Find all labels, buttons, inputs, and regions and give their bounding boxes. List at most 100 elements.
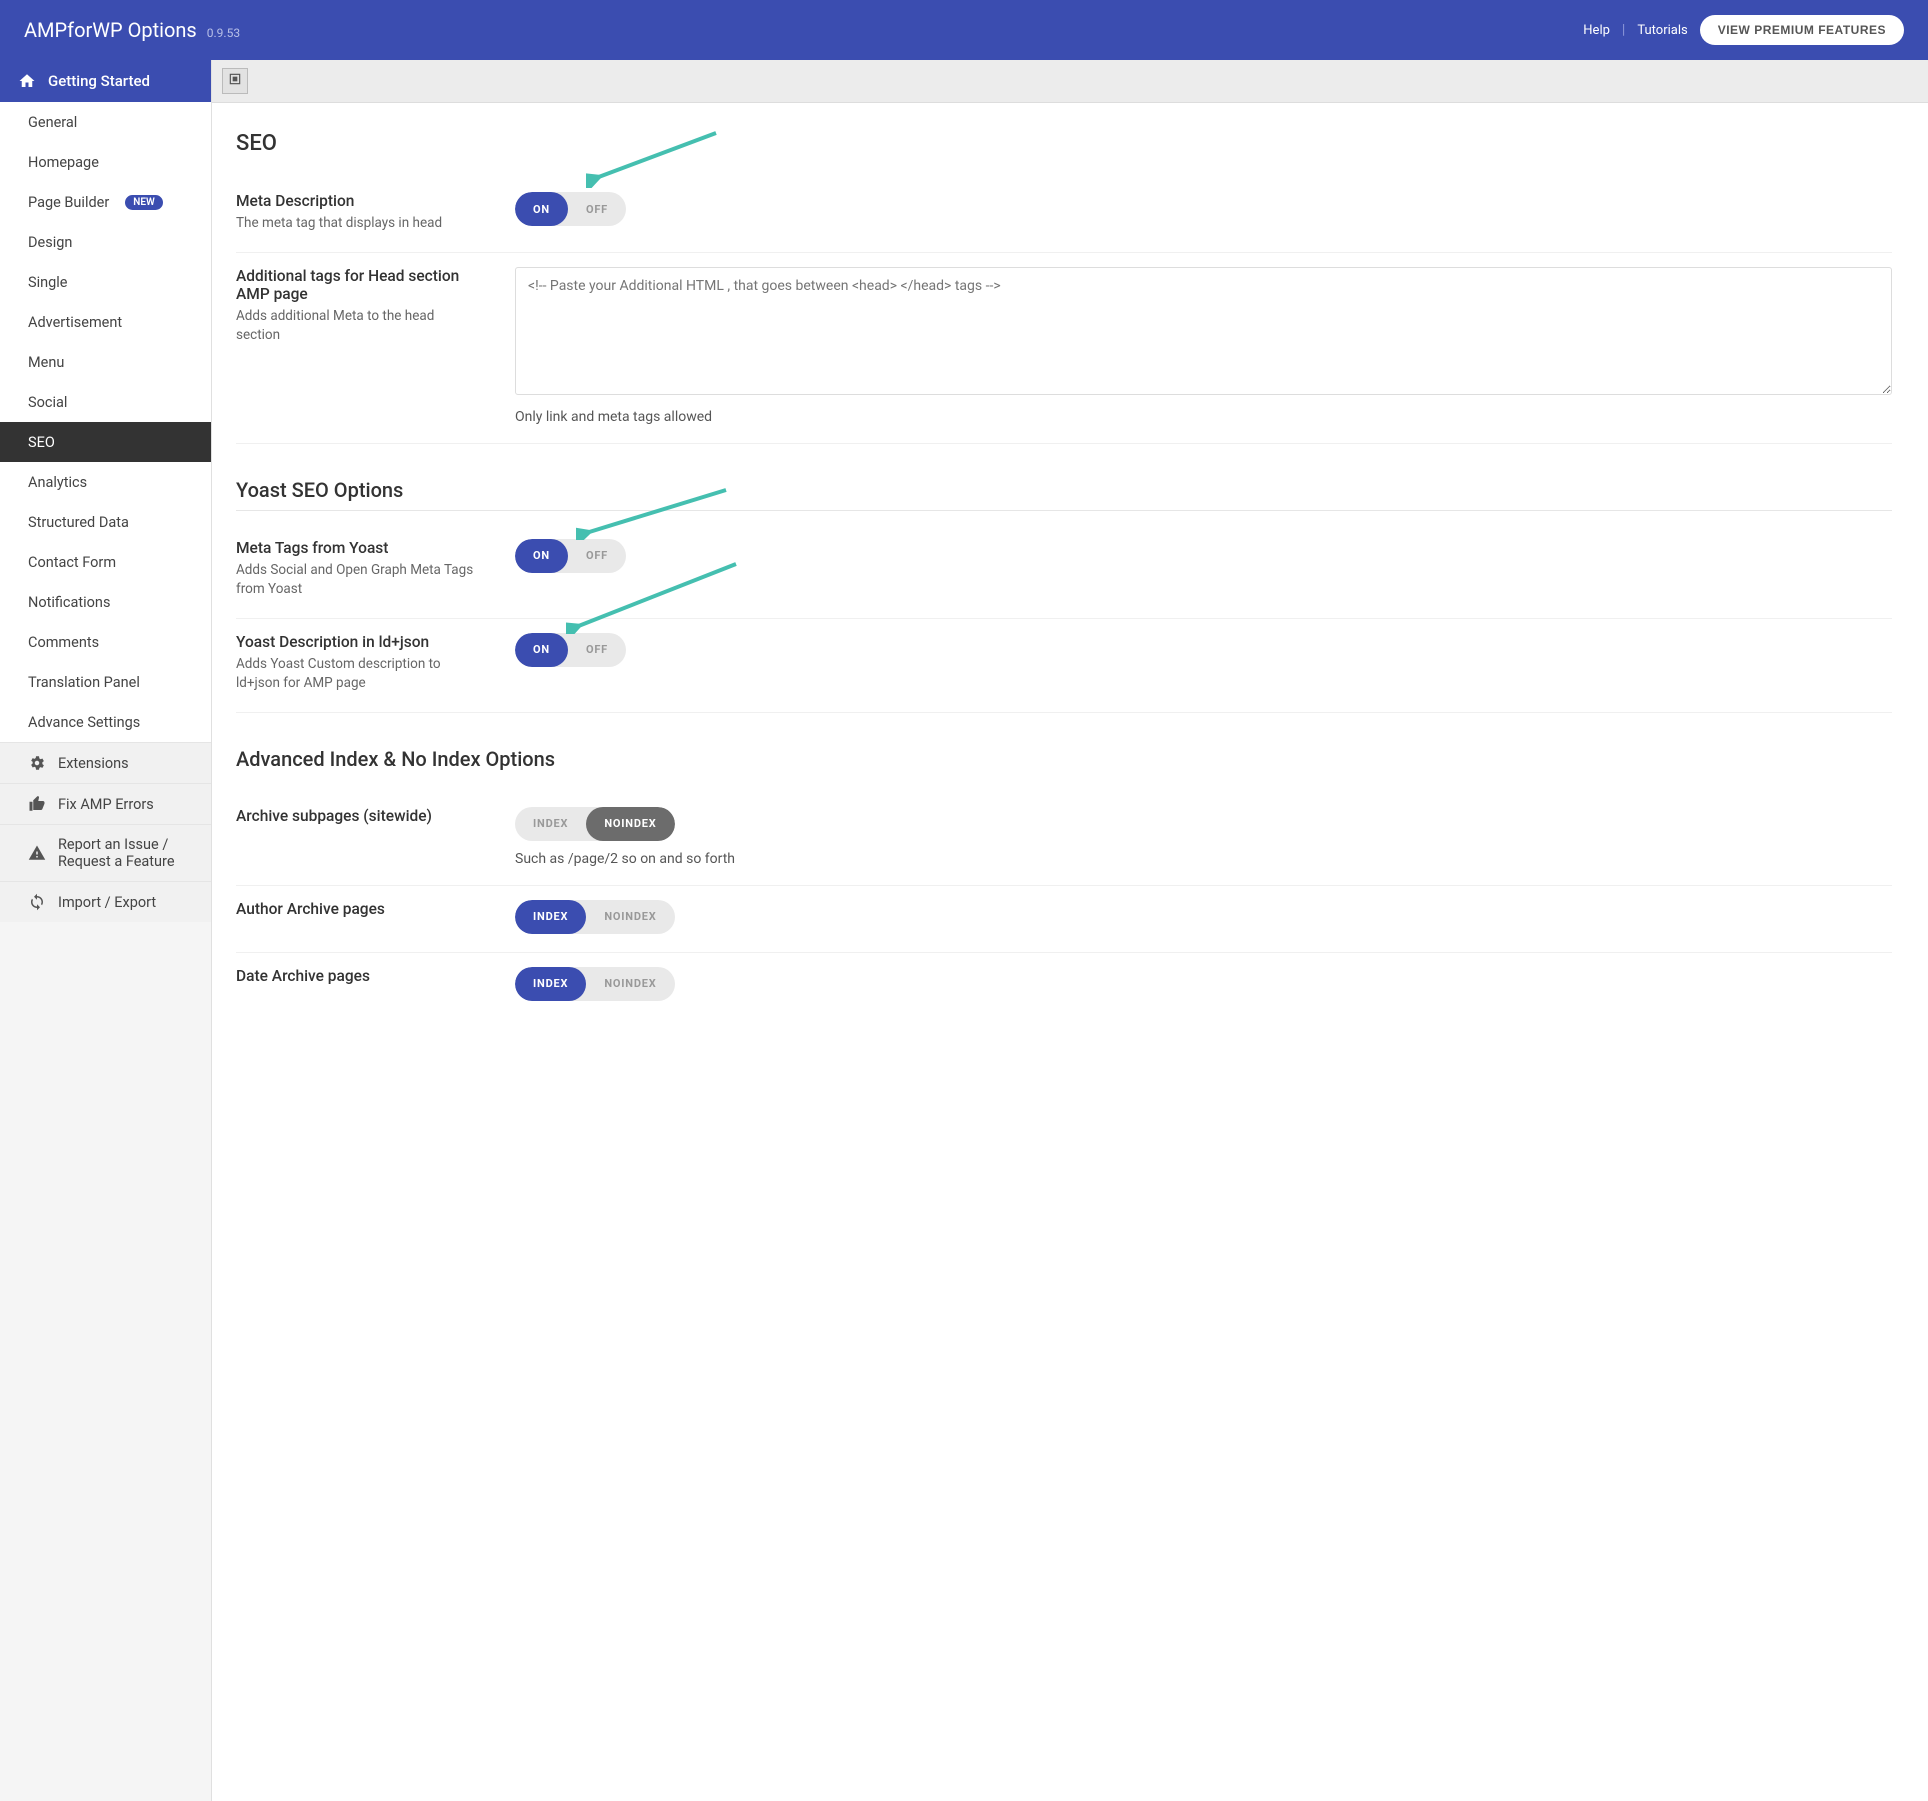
- sidebar-item-label: Import / Export: [58, 894, 156, 911]
- sidebar-item-label: Advance Settings: [28, 714, 140, 731]
- expand-all-button[interactable]: [222, 68, 248, 94]
- toggle-index[interactable]: INDEX: [515, 807, 586, 841]
- sidebar-item-label: SEO: [28, 434, 55, 451]
- toggle-date-archive[interactable]: INDEX NOINDEX: [515, 967, 675, 1001]
- toggle-on[interactable]: ON: [515, 633, 568, 667]
- main-panel: SEO Meta Description The meta tag that d…: [212, 60, 1928, 1801]
- option-title: Author Archive pages: [236, 900, 481, 918]
- premium-button[interactable]: VIEW PREMIUM FEATURES: [1700, 15, 1904, 45]
- toggle-on[interactable]: ON: [515, 192, 568, 226]
- archive-hint: Such as /page/2 so on and so forth: [515, 851, 1892, 867]
- option-title: Archive subpages (sitewide): [236, 807, 481, 825]
- help-link[interactable]: Help: [1583, 23, 1610, 38]
- sidebar-item-label: Social: [28, 394, 67, 411]
- expand-icon: [228, 72, 242, 90]
- option-title: Additional tags for Head section AMP pag…: [236, 267, 481, 303]
- toggle-on[interactable]: ON: [515, 539, 568, 573]
- sidebar-item-design[interactable]: Design: [0, 222, 211, 262]
- option-archive-subpages: Archive subpages (sitewide) INDEX NOINDE…: [236, 793, 1892, 886]
- yoast-section-title: Yoast SEO Options: [236, 478, 1892, 511]
- fix-icon: [28, 795, 46, 813]
- option-title: Meta Tags from Yoast: [236, 539, 481, 557]
- option-title: Yoast Description in ld+json: [236, 633, 481, 651]
- sidebar-item-label: Single: [28, 274, 68, 291]
- sidebar-item-label: Page Builder: [28, 194, 109, 211]
- toggle-off[interactable]: OFF: [568, 192, 626, 226]
- sidebar-item-translation-panel[interactable]: Translation Panel: [0, 662, 211, 702]
- option-title: Date Archive pages: [236, 967, 481, 985]
- toggle-author-archive[interactable]: INDEX NOINDEX: [515, 900, 675, 934]
- sidebar-item-getting-started[interactable]: Getting Started: [0, 60, 211, 102]
- sidebar-item-import-export[interactable]: Import / Export: [0, 881, 211, 922]
- sidebar-item-extensions[interactable]: Extensions: [0, 742, 211, 783]
- sidebar-item-general[interactable]: General: [0, 102, 211, 142]
- sidebar-item-label: Analytics: [28, 474, 87, 491]
- sidebar-item-homepage[interactable]: Homepage: [0, 142, 211, 182]
- sidebar-item-fix-amp-errors[interactable]: Fix AMP Errors: [0, 783, 211, 824]
- option-title: Meta Description: [236, 192, 481, 210]
- toggle-noindex[interactable]: NOINDEX: [586, 967, 674, 1001]
- toggle-yoast-ldjson[interactable]: ON OFF: [515, 633, 626, 667]
- sidebar-item-label: Structured Data: [28, 514, 129, 531]
- sidebar-item-notifications[interactable]: Notifications: [0, 582, 211, 622]
- app-title: AMPforWP Options: [24, 18, 197, 42]
- toggle-archive-subpages[interactable]: INDEX NOINDEX: [515, 807, 675, 841]
- toggle-index[interactable]: INDEX: [515, 900, 586, 934]
- sidebar-item-contact-form[interactable]: Contact Form: [0, 542, 211, 582]
- sidebar-item-structured-data[interactable]: Structured Data: [0, 502, 211, 542]
- app-version: 0.9.53: [207, 26, 240, 40]
- tutorials-link[interactable]: Tutorials: [1637, 23, 1687, 38]
- sidebar-item-menu[interactable]: Menu: [0, 342, 211, 382]
- sidebar-item-seo[interactable]: SEO: [0, 422, 211, 462]
- option-meta-yoast: Meta Tags from Yoast Adds Social and Ope…: [236, 525, 1892, 619]
- toggle-meta-description[interactable]: ON OFF: [515, 192, 626, 226]
- sidebar-item-label: Report an Issue / Request a Feature: [58, 836, 191, 870]
- page-title: SEO: [236, 131, 1892, 156]
- toggle-off[interactable]: OFF: [568, 633, 626, 667]
- toggle-off[interactable]: OFF: [568, 539, 626, 573]
- sidebar-item-page-builder[interactable]: Page Builder NEW: [0, 182, 211, 222]
- advanced-section-title: Advanced Index & No Index Options: [236, 747, 1892, 779]
- toggle-index[interactable]: INDEX: [515, 967, 586, 1001]
- option-date-archive: Date Archive pages INDEX NOINDEX: [236, 953, 1892, 1019]
- sidebar-item-label: Homepage: [28, 154, 99, 171]
- sidebar-item-label: General: [28, 114, 77, 131]
- extensions-icon: [28, 754, 46, 772]
- option-desc: Adds Yoast Custom description to ld+json…: [236, 655, 481, 694]
- sidebar-item-advertisement[interactable]: Advertisement: [0, 302, 211, 342]
- sidebar-item-label: Extensions: [58, 755, 129, 772]
- toggle-noindex[interactable]: NOINDEX: [586, 900, 674, 934]
- option-meta-description: Meta Description The meta tag that displ…: [236, 178, 1892, 253]
- sidebar-item-social[interactable]: Social: [0, 382, 211, 422]
- import-icon: [28, 893, 46, 911]
- sidebar: Getting Started General Homepage Page Buil…: [0, 60, 212, 1801]
- head-tags-input[interactable]: [515, 267, 1892, 395]
- sidebar-item-analytics[interactable]: Analytics: [0, 462, 211, 502]
- option-head-tags: Additional tags for Head section AMP pag…: [236, 253, 1892, 444]
- sidebar-item-comments[interactable]: Comments: [0, 622, 211, 662]
- sidebar-item-label: Fix AMP Errors: [58, 796, 154, 813]
- option-yoast-ldjson: Yoast Description in ld+json Adds Yoast …: [236, 619, 1892, 713]
- sidebar-item-label: Contact Form: [28, 554, 116, 571]
- toggle-noindex[interactable]: NOINDEX: [586, 807, 674, 841]
- home-icon: [18, 72, 36, 90]
- sidebar-item-label: Design: [28, 234, 72, 251]
- option-desc: Adds additional Meta to the head section: [236, 307, 481, 346]
- sidebar-item-advance-settings[interactable]: Advance Settings: [0, 702, 211, 742]
- new-badge: NEW: [125, 195, 163, 210]
- head-tags-hint: Only link and meta tags allowed: [515, 409, 1892, 425]
- option-desc: Adds Social and Open Graph Meta Tags fro…: [236, 561, 481, 600]
- app-header: AMPforWP Options 0.9.53 Help | Tutorials…: [0, 0, 1928, 60]
- sidebar-item-report-an-issue-request-a-feature[interactable]: Report an Issue / Request a Feature: [0, 824, 211, 881]
- sidebar-item-single[interactable]: Single: [0, 262, 211, 302]
- sidebar-item-label: Advertisement: [28, 314, 122, 331]
- toggle-meta-yoast[interactable]: ON OFF: [515, 539, 626, 573]
- toolbar: [212, 60, 1928, 103]
- sidebar-item-label: Comments: [28, 634, 99, 651]
- option-desc: The meta tag that displays in head: [236, 214, 481, 234]
- sidebar-item-label: Translation Panel: [28, 674, 140, 691]
- option-author-archive: Author Archive pages INDEX NOINDEX: [236, 886, 1892, 953]
- report-icon: [28, 844, 46, 862]
- sidebar-item-label: Notifications: [28, 594, 110, 611]
- sidebar-item-label: Menu: [28, 354, 64, 371]
